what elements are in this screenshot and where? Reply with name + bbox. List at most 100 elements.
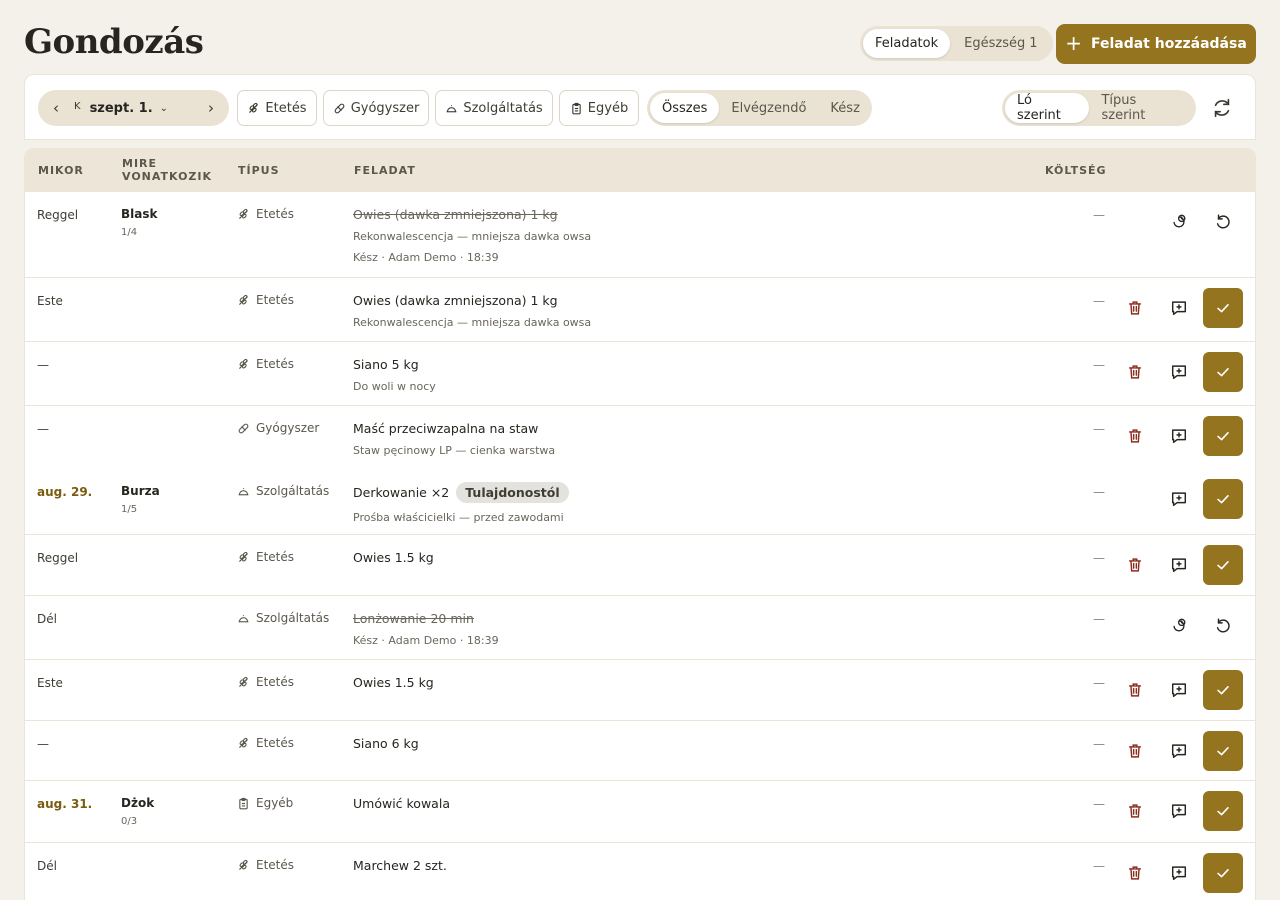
add-comment-button[interactable] — [1159, 670, 1199, 710]
add-comment-icon — [1170, 864, 1188, 882]
task-title-text: Maść przeciwzapalna na staw — [353, 421, 539, 436]
grain-icon — [249, 102, 259, 113]
undo-button[interactable] — [1203, 606, 1243, 646]
cell-when: Este — [37, 294, 63, 308]
task-table: MIKOR MIRE VONATKOZIK TÍPUS FELADAT KÖLT… — [24, 148, 1256, 900]
complete-button[interactable] — [1203, 352, 1243, 392]
cell-when: aug. 31. — [37, 797, 93, 811]
type-label: Etetés — [256, 675, 295, 689]
cell-when: Este — [37, 676, 63, 690]
add-comment-button[interactable] — [1159, 416, 1199, 456]
col-mire-vonatkozik[interactable]: MIRE VONATKOZIK — [122, 157, 218, 183]
cell-task: Maść przeciwzapalna na staw Staw pęcinowy… — [353, 421, 555, 457]
col-koltseg[interactable]: KÖLTSÉG — [1045, 164, 1107, 177]
complete-button[interactable] — [1203, 416, 1243, 456]
group-by-type[interactable]: Típus szerint — [1089, 93, 1193, 123]
undo-button[interactable] — [1203, 202, 1243, 242]
cell-task: Lonżowanie 20 min Kész · Adam Demo · 18:3… — [353, 611, 499, 647]
delete-button[interactable] — [1115, 791, 1155, 831]
complete-button[interactable] — [1203, 731, 1243, 771]
delete-button[interactable] — [1115, 545, 1155, 585]
add-comment-button[interactable] — [1159, 731, 1199, 771]
col-tipus[interactable]: TÍPUS — [238, 164, 280, 177]
date-picker[interactable]: szept. 1. — [90, 101, 153, 116]
delete-button[interactable] — [1115, 853, 1155, 893]
filter-gyogyszer[interactable]: Gyógyszer — [323, 90, 429, 126]
tab-egeszseg[interactable]: Egészség 1 — [952, 29, 1049, 58]
toolbar: ‹ K szept. 1. ⌄ › Etetés Gyógyszer Szolg… — [24, 74, 1256, 140]
complete-button[interactable] — [1203, 545, 1243, 585]
group-by-horse[interactable]: Ló szerint — [1005, 93, 1090, 123]
type-label: Etetés — [256, 550, 295, 564]
filter-szolgaltatas[interactable]: Szolgáltatás — [435, 90, 553, 126]
task-title: Lonżowanie 20 min — [353, 611, 499, 626]
add-comment-icon — [1170, 427, 1188, 445]
horse-progress: 0/3 — [121, 816, 138, 827]
next-day-icon[interactable]: › — [193, 99, 229, 117]
add-comment-button[interactable] — [1159, 853, 1199, 893]
delete-icon — [1126, 363, 1144, 381]
tab-feladatok[interactable]: Feladatok — [863, 29, 951, 58]
cell-type: Gyógyszer — [237, 421, 319, 435]
add-task-label: Feladat hozzáadása — [1090, 36, 1247, 52]
add-comment-button[interactable] — [1159, 479, 1199, 519]
cell-task: Owies 1.5 kg — [353, 550, 434, 565]
delete-button[interactable] — [1115, 731, 1155, 771]
type-label: Etetés — [256, 293, 295, 307]
col-mikor[interactable]: MIKOR — [38, 164, 84, 177]
task-title: Owies (dawka zmniejszona) 1 kg — [353, 293, 591, 308]
task-note: Do woli w nocy — [353, 380, 436, 393]
add-comment-button[interactable] — [1159, 352, 1199, 392]
complete-icon — [1214, 427, 1232, 445]
prev-day-icon[interactable]: ‹ — [38, 99, 74, 117]
complete-button[interactable] — [1203, 479, 1243, 519]
cell-type: Etetés — [237, 858, 294, 872]
complete-button[interactable] — [1203, 791, 1243, 831]
cell-cost: — — [1093, 422, 1105, 436]
col-feladat[interactable]: FELADAT — [354, 164, 416, 177]
filter-etetes[interactable]: Etetés — [237, 90, 317, 126]
cell-cost: — — [1093, 797, 1105, 811]
add-comment-button[interactable] — [1159, 288, 1199, 328]
filter-egyeb[interactable]: Egyéb — [559, 90, 639, 126]
table-row: — Gyógyszer Maść przeciwzapalna na staw Sta… — [25, 405, 1255, 469]
cell-type: Etetés — [237, 736, 294, 750]
add-task-button[interactable]: + Feladat hozzáadása — [1056, 24, 1256, 64]
add-comment-button[interactable] — [1159, 545, 1199, 585]
plus-icon: + — [1065, 31, 1082, 55]
cell-horse[interactable]: Blask 1/4 — [121, 207, 157, 238]
horse-progress: 1/5 — [121, 504, 138, 515]
cell-horse[interactable]: Burza 1/5 — [121, 484, 160, 515]
undo-icon — [1214, 213, 1232, 231]
add-comment-button[interactable] — [1159, 791, 1199, 831]
cell-task: Siano 5 kg Do woli w nocy — [353, 357, 436, 393]
chevron-down-icon[interactable]: ⌄ — [160, 103, 193, 114]
cell-task: Derkowanie ×2 Tulajdonostól Prośba właścic… — [353, 482, 569, 524]
delete-icon — [1126, 299, 1144, 317]
complete-button[interactable] — [1203, 288, 1243, 328]
history-button[interactable] — [1159, 202, 1199, 242]
complete-button[interactable] — [1203, 853, 1243, 893]
cell-horse[interactable]: Dżok 0/3 — [121, 796, 154, 827]
complete-icon — [1214, 363, 1232, 381]
grain-icon — [237, 208, 250, 221]
delete-button[interactable] — [1115, 416, 1155, 456]
status-all[interactable]: Összes — [650, 93, 720, 123]
cell-type: Etetés — [237, 293, 294, 307]
history-button[interactable] — [1159, 606, 1199, 646]
delete-button[interactable] — [1115, 352, 1155, 392]
status-done[interactable]: Kész — [818, 93, 871, 123]
delete-button[interactable] — [1115, 670, 1155, 710]
date-navigator: ‹ K szept. 1. ⌄ › — [38, 90, 229, 126]
grain-icon — [237, 551, 250, 564]
cell-cost: — — [1093, 551, 1105, 565]
refresh-icon[interactable] — [1211, 97, 1233, 119]
task-title: Maść przeciwzapalna na staw — [353, 421, 555, 436]
table-row: — Etetés Siano 6 kg — — [25, 720, 1255, 780]
complete-button[interactable] — [1203, 670, 1243, 710]
cell-task: Owies (dawka zmniejszona) 1 kg Rekonwales… — [353, 207, 591, 264]
task-meta: Kész · Adam Demo · 18:39 — [353, 251, 499, 264]
table-row: Dél Etetés Marchew 2 szt. — — [25, 842, 1255, 900]
status-todo[interactable]: Elvégzendő — [719, 93, 818, 123]
delete-button[interactable] — [1115, 288, 1155, 328]
